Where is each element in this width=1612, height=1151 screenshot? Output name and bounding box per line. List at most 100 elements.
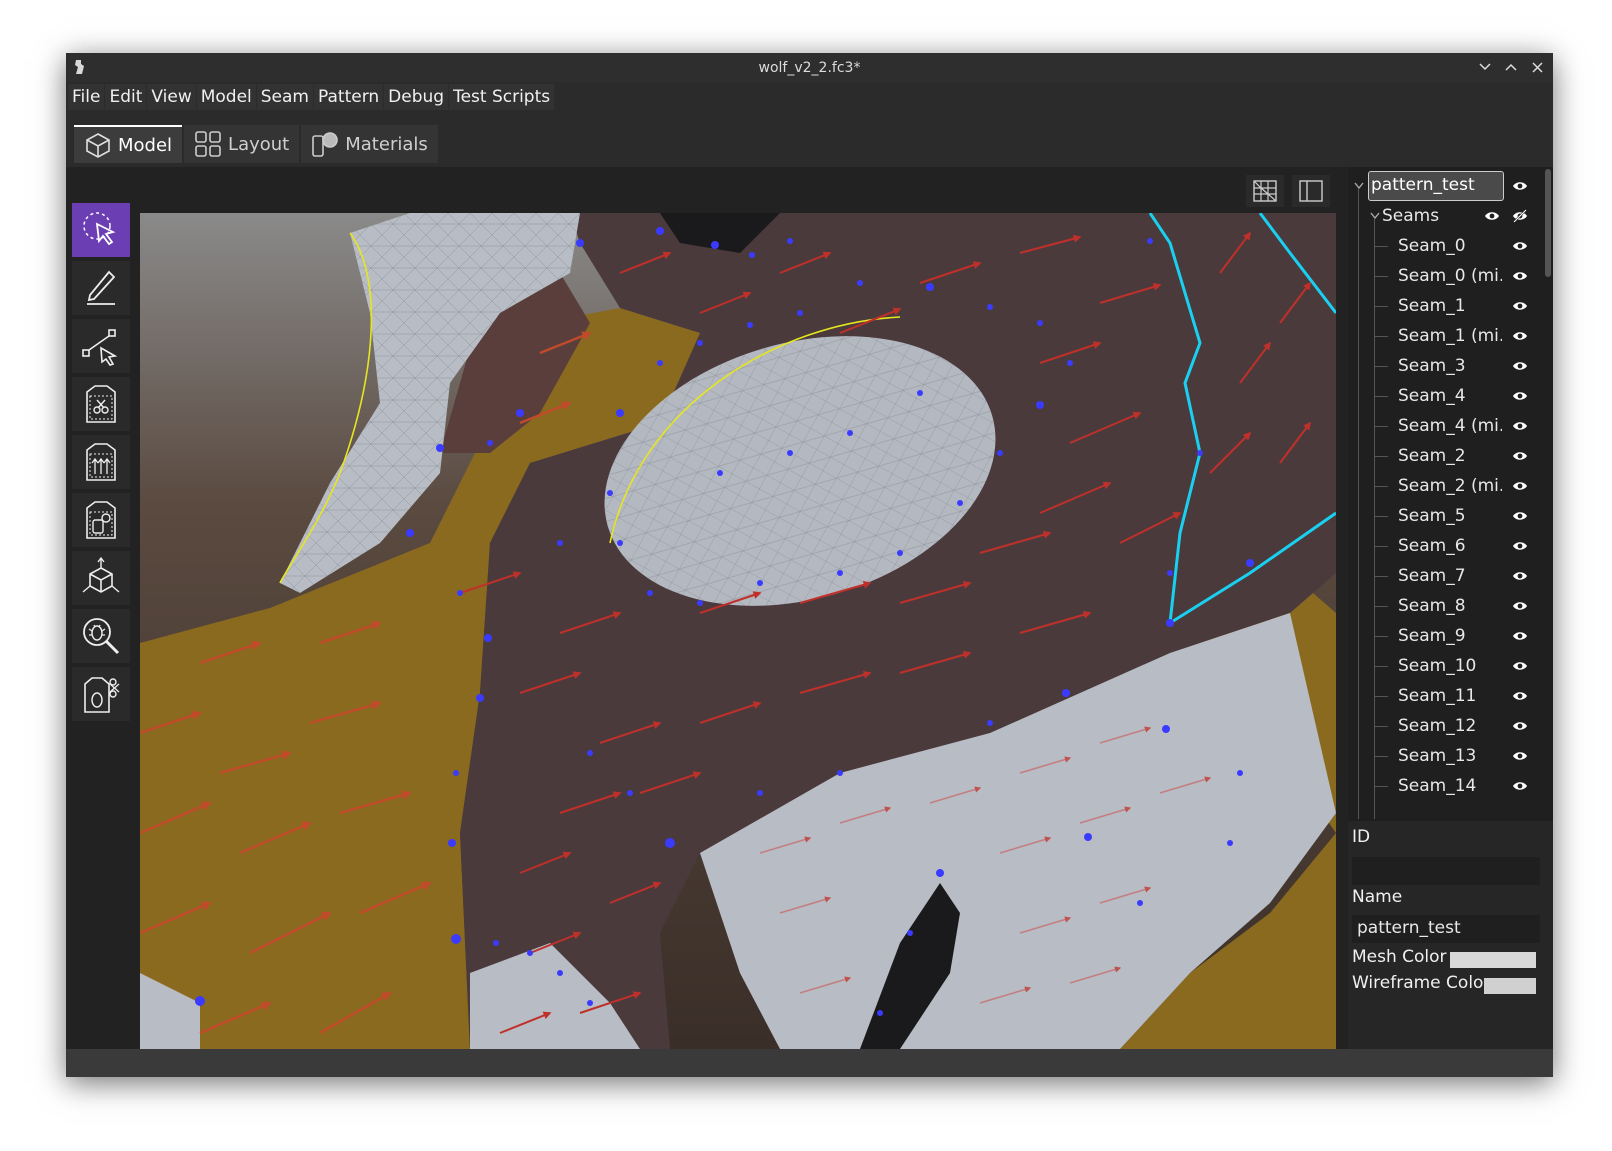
visibility-eye-icon[interactable] [1512, 479, 1528, 493]
tree-scrollbar[interactable] [1545, 169, 1551, 277]
right-panel: pattern_test Seams Seam_0 Seam_0 (mi... Se… [1348, 167, 1553, 1049]
menu-test-scripts[interactable]: Test Scripts [449, 84, 555, 110]
draw-tool[interactable] [72, 261, 130, 315]
visibility-eye-icon[interactable] [1512, 329, 1528, 343]
tree-item-seam[interactable]: Seam_0 [1348, 231, 1534, 261]
tab-materials[interactable]: Materials [301, 125, 438, 163]
debug-pattern-tool[interactable] [72, 667, 130, 721]
visibility-eye-icon[interactable] [1512, 719, 1528, 733]
visibility-eye-icon[interactable] [1512, 659, 1528, 673]
debug-inspect-tool[interactable] [72, 609, 130, 663]
tree-item-seam[interactable]: Seam_8 [1348, 591, 1534, 621]
tree-item-label: Seam_3 [1398, 356, 1466, 376]
tree-item-seam[interactable]: Seam_1 (mi... [1348, 321, 1534, 351]
visibility-eye-icon[interactable] [1484, 209, 1500, 223]
mesh-color-swatch[interactable] [1450, 952, 1536, 968]
tree-item-seam[interactable]: Seam_3 [1348, 351, 1534, 381]
tree-item-seam[interactable]: Seam_5 [1348, 501, 1534, 531]
mesh-view-icon [1253, 180, 1277, 202]
name-field[interactable]: pattern_test [1352, 915, 1540, 943]
tree-item-seam[interactable]: Seam_7 [1348, 561, 1534, 591]
visibility-eye-icon[interactable] [1512, 239, 1528, 253]
visibility-eye-icon[interactable] [1512, 689, 1528, 703]
menu-model[interactable]: Model [196, 84, 256, 110]
tree-item-seam[interactable]: Seam_10 [1348, 651, 1534, 681]
maximize-button[interactable] [1503, 57, 1519, 77]
tree-item-seam[interactable]: Seam_12 [1348, 711, 1534, 741]
minimize-button[interactable] [1477, 57, 1493, 77]
mesh-view-button[interactable] [1246, 175, 1284, 207]
materials-icon [312, 132, 339, 157]
tab-layout[interactable]: Layout [184, 125, 300, 163]
visibility-eye-icon[interactable] [1512, 749, 1528, 763]
visibility-eye-icon[interactable] [1512, 779, 1528, 793]
tree-item-label: Seam_11 [1398, 686, 1477, 706]
menu-pattern[interactable]: Pattern [314, 84, 384, 110]
visibility-eye-icon[interactable] [1512, 629, 1528, 643]
tree-item-seam[interactable]: Seam_11 [1348, 681, 1534, 711]
tree-item-label: Seam_2 [1398, 446, 1466, 466]
visibility-eye-icon[interactable] [1512, 449, 1528, 463]
visibility-eye-icon[interactable] [1512, 539, 1528, 553]
tree-item-seam[interactable]: Seam_2 [1348, 441, 1534, 471]
visibility-eye-icon[interactable] [1512, 179, 1528, 193]
tree-tick [1374, 426, 1388, 427]
tree-tick [1374, 396, 1388, 397]
tree-item-seam[interactable]: Seam_4 (mi... [1348, 411, 1534, 441]
chevron-down-icon [1370, 212, 1380, 220]
tree-item-seam[interactable]: Seam_0 (mi... [1348, 261, 1534, 291]
title-bar: wolf_v2_2.fc3* [66, 53, 1553, 82]
pattern-grain-tool[interactable] [72, 435, 130, 489]
visibility-eye-icon[interactable] [1512, 599, 1528, 613]
menu-seam[interactable]: Seam [256, 84, 313, 110]
tree-item-seam[interactable]: Seam_4 [1348, 381, 1534, 411]
tab-model-label: Model [118, 134, 173, 156]
scene-tree: pattern_test Seams Seam_0 Seam_0 (mi... Se… [1348, 167, 1553, 821]
tree-item-label: Seam_13 [1398, 746, 1477, 766]
transform-tool[interactable] [72, 551, 130, 605]
menu-view[interactable]: View [147, 84, 196, 110]
edge-select-tool[interactable] [72, 319, 130, 373]
panel-toggle-button[interactable] [1292, 175, 1330, 207]
tree-tick [1374, 726, 1388, 727]
visibility-eye-icon[interactable] [1512, 509, 1528, 523]
grid-icon [195, 131, 221, 157]
hidden-eye-icon[interactable] [1512, 209, 1528, 223]
pattern-piece-tool[interactable] [72, 493, 130, 547]
wireframe-color-label: Wireframe Color [1352, 973, 1491, 993]
tree-group-seams[interactable]: Seams [1348, 201, 1534, 231]
visibility-eye-icon[interactable] [1512, 419, 1528, 433]
close-button[interactable] [1529, 57, 1545, 77]
select-tool[interactable] [72, 203, 130, 257]
wireframe-color-swatch[interactable] [1484, 978, 1536, 994]
cut-pattern-tool[interactable] [72, 377, 130, 431]
menu-file[interactable]: File [68, 84, 105, 110]
tree-root-label[interactable]: pattern_test [1368, 171, 1504, 201]
menu-debug[interactable]: Debug [384, 84, 449, 110]
tree-item-seam[interactable]: Seam_6 [1348, 531, 1534, 561]
visibility-eye-icon[interactable] [1512, 359, 1528, 373]
visibility-eye-icon[interactable] [1512, 269, 1528, 283]
menu-edit[interactable]: Edit [105, 84, 147, 110]
close-icon [1531, 61, 1543, 73]
tree-root-row[interactable]: pattern_test [1348, 171, 1534, 201]
tree-tick [1374, 606, 1388, 607]
visibility-eye-icon[interactable] [1512, 389, 1528, 403]
3d-viewport[interactable] [140, 213, 1336, 1049]
tree-item-seam[interactable]: Seam_9 [1348, 621, 1534, 651]
id-field[interactable] [1352, 857, 1540, 885]
tree-item-seam[interactable]: Seam_13 [1348, 741, 1534, 771]
tree-item-seam[interactable]: Seam_2 (mi... [1348, 471, 1534, 501]
mesh-color-label: Mesh Color [1352, 947, 1447, 967]
menu-bar: File Edit View Model Seam Pattern Debug … [66, 82, 1553, 112]
visibility-eye-icon[interactable] [1512, 299, 1528, 313]
mode-tabs: Model Layout Materials [74, 125, 440, 163]
tab-layout-label: Layout [228, 133, 290, 155]
tab-model[interactable]: Model [74, 125, 183, 163]
tree-item-seam[interactable]: Seam_14 [1348, 771, 1534, 801]
tree-tick [1374, 486, 1388, 487]
visibility-eye-icon[interactable] [1512, 569, 1528, 583]
app-icon [75, 60, 84, 74]
window-title: wolf_v2_2.fc3* [758, 59, 861, 76]
tree-item-seam[interactable]: Seam_1 [1348, 291, 1534, 321]
